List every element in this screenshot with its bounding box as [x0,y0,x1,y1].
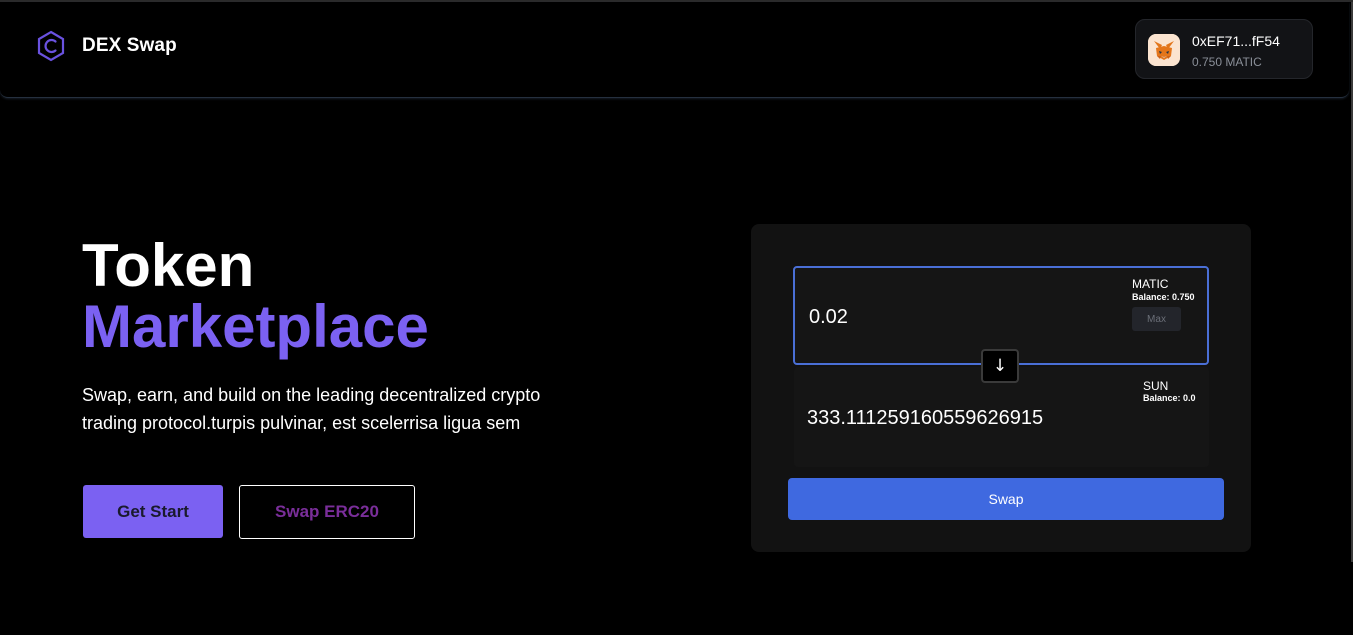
get-start-button[interactable]: Get Start [83,485,223,538]
page: DEX Swap 0xEF71...fF54 0.750 MATIC Token… [0,0,1353,635]
hexagon-c-logo-icon [37,30,65,62]
swap-erc20-button[interactable]: Swap ERC20 [239,485,415,539]
wallet-button[interactable]: 0xEF71...fF54 0.750 MATIC [1135,19,1313,79]
hero-title-line2: Marketplace [82,293,429,360]
max-button[interactable]: Max [1132,307,1181,331]
metamask-fox-icon [1148,34,1180,66]
wallet-address: 0xEF71...fF54 [1192,33,1280,49]
brand-name: DEX Swap [82,35,177,56]
hero-title-line1: Token [82,232,255,299]
hero-description: Swap, earn, and build on the leading dec… [82,385,541,433]
to-token-balance: Balance: 0.0 [1143,393,1196,403]
from-token-symbol: MATIC [1132,277,1169,291]
from-token-balance: Balance: 0.750 [1132,292,1195,302]
brand[interactable]: DEX Swap [36,30,177,62]
wallet-balance: 0.750 MATIC [1192,55,1262,69]
from-amount-input[interactable]: 0.02 [809,306,848,329]
to-token-symbol: SUN [1143,379,1169,393]
swap-card: 0.02 MATIC Balance: 0.750 Max 333.111259… [751,224,1251,552]
arrow-down-icon: ↓ [992,356,1008,376]
to-amount-output: 333.111259160559626915 [807,407,1044,429]
top-navbar: DEX Swap 0xEF71...fF54 0.750 MATIC [0,2,1349,98]
flip-direction-button[interactable]: ↓ [981,349,1019,383]
swap-button[interactable]: Swap [788,478,1224,520]
